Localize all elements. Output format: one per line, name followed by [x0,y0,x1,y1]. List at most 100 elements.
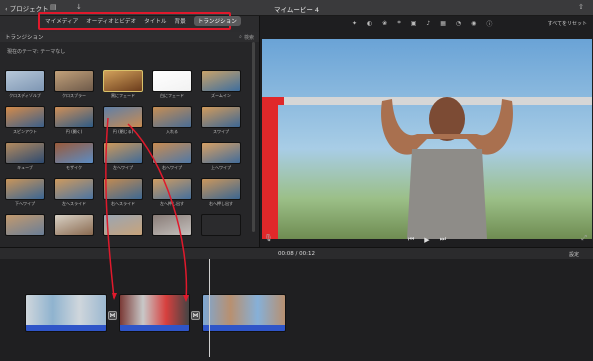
crop-icon[interactable]: ⌗ [397,19,400,27]
transition-label: 黒にフェード [111,93,135,98]
transition-thumbnail [5,70,45,92]
transition-item[interactable]: 右へスライド [103,178,143,207]
tab-audio-video[interactable]: オーディオとビデオ [86,17,136,25]
transition-marker[interactable]: ⋈ [191,311,200,320]
transition-thumbnail [103,178,143,200]
magic-wand-icon[interactable]: ✦ [352,20,357,27]
transition-item[interactable] [54,214,94,243]
transition-item[interactable]: スピンアウト [5,106,45,135]
transition-marker[interactable]: ⋈ [108,311,117,320]
transition-thumbnail [152,178,192,200]
tab-backgrounds[interactable]: 背景 [175,17,186,25]
transition-label: 円 (閉じる) [112,129,134,134]
transition-thumbnail [5,178,45,200]
transition-item[interactable]: 入れる [152,106,192,135]
transition-label: 左へ押し出す [160,201,184,206]
timeline-clip[interactable] [25,294,107,332]
reset-all-button[interactable]: すべてをリセット [548,20,587,27]
transition-item[interactable]: 下へワイプ [5,178,45,207]
transition-label: ズームイン [211,93,231,98]
skip-back-button[interactable]: ⏮ [408,235,414,244]
transition-item[interactable]: ズームイン [201,70,241,99]
speed-icon[interactable]: ◔ [456,20,461,27]
browser-header: トランジション [5,35,44,41]
play-button[interactable]: ▶ [424,236,429,244]
content-library-tabs: マイメディア オーディオとビデオ タイトル 背景 トランジション [38,12,241,30]
transition-thumbnail [54,214,94,236]
transition-label: 円 (開く) [65,129,83,134]
transition-thumbnail [103,214,143,236]
transition-label: 下へワイプ [15,201,35,206]
transition-label: キューブ [17,165,33,170]
playhead[interactable] [209,259,210,357]
transition-thumbnail [54,178,94,200]
transition-thumbnail [5,214,45,236]
fullscreen-icon[interactable]: ⤢ [581,234,587,243]
transition-item[interactable]: キューブ [5,142,45,171]
transition-item[interactable]: 右へワイプ [152,142,192,171]
transition-item[interactable]: 左へワイプ [103,142,143,171]
transition-thumbnail [152,142,192,164]
transition-label: 右へ押し出す [209,201,233,206]
transition-item[interactable] [152,214,192,243]
transition-thumbnail [201,178,241,200]
transition-thumbnail [54,70,94,92]
volume-icon[interactable]: ♪ [426,20,430,27]
color-balance-icon[interactable]: ◐ [367,20,372,27]
share-icon[interactable]: ⇧ [578,3,584,11]
filter-icon[interactable]: ◉ [471,20,476,27]
transition-item[interactable]: スワイプ [201,106,241,135]
transitions-browser: トランジション ⌕ 検索 現在のテーマ: テーマなし クロスディゾルブ クロスブラー… [0,32,259,247]
tab-my-media[interactable]: マイメディア [45,17,78,25]
transition-item[interactable]: 右へ押し出す [201,178,241,207]
transition-item[interactable]: クロスディゾルブ [5,70,45,99]
transition-thumbnail [5,106,45,128]
transition-label: クロスディゾルブ [9,93,41,98]
transition-thumbnail [103,142,143,164]
transition-item[interactable]: クロスブラー [54,70,94,99]
transition-item[interactable]: 上へワイプ [201,142,241,171]
transition-item[interactable] [5,214,45,243]
info-icon[interactable]: ⓘ [486,19,492,28]
transition-label: 左へスライド [62,201,86,206]
timeline-clip[interactable] [119,294,190,332]
search-icon: ⌕ [239,34,242,40]
transition-label: 右へワイプ [162,165,182,170]
timeline: ⋈ ⋈ [0,259,593,361]
color-correction-icon[interactable]: ❀ [382,20,387,27]
video-preview [262,39,592,239]
transition-thumbnail [54,106,94,128]
noise-reduction-icon[interactable]: ▦ [440,20,446,27]
imovie-window: ‹ プロジェクト ▤ ↓ マイムービー 4 ⇧ マイメディア オーディオとビデオ… [0,0,593,361]
preview-frame-art [262,97,592,239]
transition-thumbnail [152,106,192,128]
timeline-settings-button[interactable]: 設定 [569,251,579,258]
transition-item[interactable]: 黒にフェード [103,70,143,99]
transition-thumbnail [103,70,143,92]
transition-label: 上へワイプ [211,165,231,170]
transition-item[interactable] [103,214,143,243]
tab-titles[interactable]: タイトル [144,17,166,25]
transition-thumbnail [103,106,143,128]
transition-item[interactable]: 左へ押し出す [152,178,192,207]
transition-item[interactable]: モザイク [54,142,94,171]
transition-item[interactable]: 左へスライド [54,178,94,207]
timeline-clip[interactable] [202,294,286,332]
transition-thumbnail [152,70,192,92]
transition-label: 左へワイプ [113,165,133,170]
stabilization-icon[interactable]: ▣ [411,20,417,27]
transition-thumbnail [201,214,241,236]
transition-item[interactable]: 白にフェード [152,70,192,99]
transition-thumbnail [201,142,241,164]
skip-forward-button[interactable]: ⏭ [440,235,446,244]
transition-label: モザイク [66,165,82,170]
search-field[interactable]: ⌕ 検索 [239,34,254,41]
transition-label: クロスブラー [62,93,86,98]
transitions-grid: クロスディゾルブ クロスブラー 黒にフェード 白にフェード ズームインスピンアウト 円 (… [5,70,250,243]
transition-thumbnail [201,106,241,128]
browser-scrollbar[interactable] [252,42,255,232]
tab-transitions[interactable]: トランジション [193,16,241,26]
transition-item[interactable]: 円 (開く) [54,106,94,135]
transition-item[interactable] [201,214,241,243]
transition-item[interactable]: 円 (閉じる) [103,106,143,135]
